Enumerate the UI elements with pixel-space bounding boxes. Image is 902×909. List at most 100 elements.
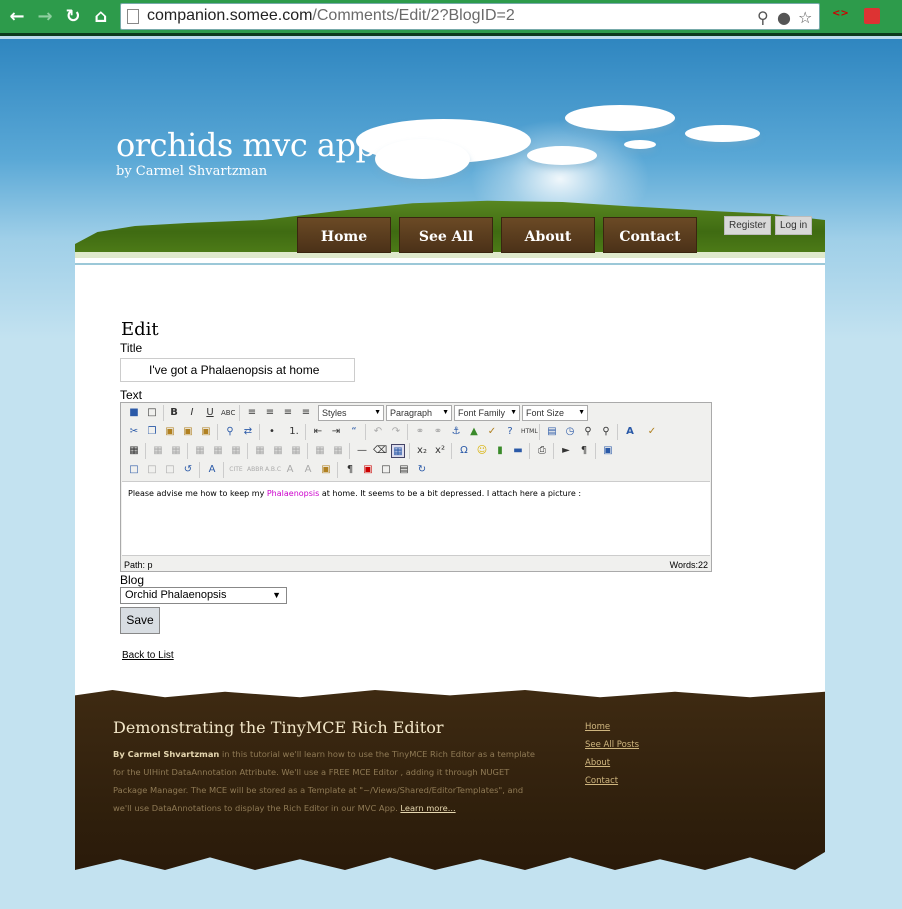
ltr-icon[interactable]: ► <box>559 444 573 458</box>
rtl-icon[interactable]: ¶ <box>577 444 591 458</box>
abbr-icon[interactable]: ABBR <box>247 463 264 477</box>
highlight-color-icon[interactable]: ✓ <box>645 425 659 439</box>
delete-row-icon[interactable]: ▦ <box>229 444 243 458</box>
visual-aid-icon[interactable]: ▦ <box>391 444 405 458</box>
bookmark-star-icon[interactable]: ☆ <box>798 8 812 27</box>
bookmark-extension-icon[interactable] <box>864 8 880 24</box>
footer-link-see-all-posts[interactable]: See All Posts <box>585 740 639 750</box>
save-button[interactable]: Save <box>120 607 160 634</box>
insert-date-icon[interactable]: ▤ <box>545 425 559 439</box>
zoom-icon[interactable]: ⚲ <box>757 8 769 27</box>
strikethrough-icon[interactable]: ABC <box>221 406 235 420</box>
save-icon[interactable]: ■ <box>127 406 141 420</box>
emoticon-icon[interactable]: ☺ <box>475 444 489 458</box>
print-icon[interactable]: ⎙ <box>535 444 549 458</box>
insert-row-before-icon[interactable]: ▦ <box>193 444 207 458</box>
row-props-icon[interactable]: ▦ <box>151 444 165 458</box>
numbered-list-icon[interactable]: 1. <box>287 425 301 439</box>
url-text[interactable]: companion.somee.com/Comments/Edit/2?Blog… <box>147 7 515 25</box>
horizontal-rule-icon[interactable]: — <box>355 444 369 458</box>
remove-format-icon[interactable]: ⌫ <box>373 444 387 458</box>
editor-content[interactable]: Please advise me how to keep my Phalaeno… <box>122 481 710 556</box>
footer-link-home[interactable]: Home <box>585 722 610 732</box>
undo-icon[interactable]: ↶ <box>371 425 385 439</box>
find-icon[interactable]: ⚲ <box>223 425 237 439</box>
font-family-select[interactable]: Font Family ▼ <box>454 405 520 421</box>
cleanup-icon[interactable]: ✓ <box>485 425 499 439</box>
forward-icon[interactable]: → <box>34 6 56 28</box>
subscript-icon[interactable]: x₂ <box>415 444 429 458</box>
register-link[interactable]: Register <box>724 216 772 235</box>
nav-home[interactable]: Home <box>297 217 391 253</box>
insert-layer-icon[interactable]: □ <box>127 463 141 477</box>
login-link[interactable]: Log in <box>775 216 813 235</box>
unlink-icon[interactable]: ⚭ <box>431 425 445 439</box>
footer-link-contact[interactable]: Contact <box>585 776 618 786</box>
anchor-icon[interactable]: ⚓ <box>449 425 463 439</box>
delete-col-icon[interactable]: ▦ <box>289 444 303 458</box>
superscript-icon[interactable]: x² <box>433 444 447 458</box>
back-to-list-link[interactable]: Back to List <box>122 650 174 661</box>
format-select[interactable]: Paragraph ▼ <box>386 405 452 421</box>
text-color-icon[interactable]: A <box>623 425 637 439</box>
cite-icon[interactable]: CITE <box>229 463 243 477</box>
align-left-icon[interactable]: ≡ <box>245 406 259 420</box>
merge-cells-icon[interactable]: ▦ <box>331 444 345 458</box>
cut-icon[interactable]: ✂ <box>127 425 141 439</box>
paste-text-icon[interactable]: ▣ <box>181 425 195 439</box>
bold-icon[interactable]: B <box>167 406 181 420</box>
footer-link-about[interactable]: About <box>585 758 610 768</box>
image-icon[interactable]: ▲ <box>467 425 481 439</box>
fullscreen-icon[interactable]: ▣ <box>601 444 615 458</box>
home-icon[interactable]: ⌂ <box>90 6 112 28</box>
paste-word-icon[interactable]: ▣ <box>199 425 213 439</box>
cell-props-icon[interactable]: ▦ <box>169 444 183 458</box>
del-icon[interactable]: A <box>283 463 297 477</box>
insert-row-after-icon[interactable]: ▦ <box>211 444 225 458</box>
italic-icon[interactable]: I <box>185 406 199 420</box>
extension-icon[interactable]: <> <box>832 8 849 24</box>
restore-draft-icon[interactable]: ↻ <box>415 463 429 477</box>
nav-about[interactable]: About <box>501 217 595 253</box>
font-size-select[interactable]: Font Size ▼ <box>522 405 588 421</box>
insert-time-icon[interactable]: ◷ <box>563 425 577 439</box>
styles-select[interactable]: Styles ▼ <box>318 405 384 421</box>
address-bar[interactable]: companion.somee.com/Comments/Edit/2?Blog… <box>120 3 820 30</box>
bullet-list-icon[interactable]: • <box>265 425 279 439</box>
redo-icon[interactable]: ↷ <box>389 425 403 439</box>
styleprops-icon[interactable]: A <box>205 463 219 477</box>
nav-contact[interactable]: Contact <box>603 217 697 253</box>
reload-icon[interactable]: ↻ <box>62 6 84 28</box>
special-char-icon[interactable]: Ω <box>457 444 471 458</box>
zoom-icon[interactable]: ⚲ <box>599 425 613 439</box>
move-forward-icon[interactable]: □ <box>145 463 159 477</box>
new-document-icon[interactable]: □ <box>145 406 159 420</box>
paste-icon[interactable]: ▣ <box>163 425 177 439</box>
media-icon[interactable]: ▮ <box>493 444 507 458</box>
non-breaking-icon[interactable]: ▣ <box>361 463 375 477</box>
nav-see-all-posts[interactable]: See All Posts <box>399 217 493 283</box>
replace-icon[interactable]: ⇄ <box>241 425 255 439</box>
attribs-icon[interactable]: ▣ <box>319 463 333 477</box>
title-field[interactable]: I've got a Phalaenopsis at home <box>120 358 355 382</box>
absolute-icon[interactable]: ↺ <box>181 463 195 477</box>
lightbulb-icon[interactable]: ● <box>777 8 791 27</box>
indent-icon[interactable]: ⇥ <box>329 425 343 439</box>
align-justify-icon[interactable]: ≡ <box>299 406 313 420</box>
align-right-icon[interactable]: ≡ <box>281 406 295 420</box>
ins-icon[interactable]: A <box>301 463 315 477</box>
blockquote-icon[interactable]: “ <box>347 425 361 439</box>
learn-more-link[interactable]: Learn more... <box>400 803 455 813</box>
insert-col-before-icon[interactable]: ▦ <box>253 444 267 458</box>
copy-icon[interactable]: ❐ <box>145 425 159 439</box>
back-icon[interactable]: ← <box>6 6 28 28</box>
preview-icon[interactable]: ⚲ <box>581 425 595 439</box>
html-source-icon[interactable]: HTML <box>521 425 538 439</box>
underline-icon[interactable]: U <box>203 406 217 420</box>
blog-select[interactable]: Orchid Phalaenopsis ▼ <box>120 587 287 604</box>
template-icon[interactable]: □ <box>379 463 393 477</box>
visual-chars-icon[interactable]: ¶ <box>343 463 357 477</box>
insert-col-after-icon[interactable]: ▦ <box>271 444 285 458</box>
help-icon[interactable]: ? <box>503 425 517 439</box>
align-center-icon[interactable]: ≡ <box>263 406 277 420</box>
